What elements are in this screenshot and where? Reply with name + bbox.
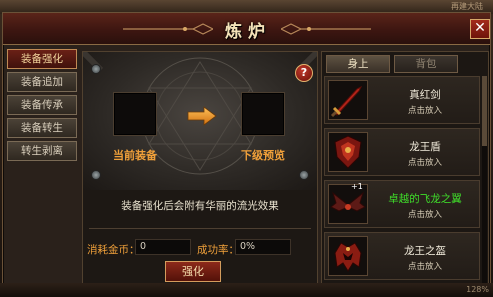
success-rate-value: 0% [235, 239, 291, 255]
shield-icon [328, 132, 368, 172]
preview-slot-label: 下级预览 [241, 149, 285, 162]
forge-panel: ? 当前装备 下级预览 装备强化后会附有华丽的流光效果 消耗金币： 0 成功率：… [82, 51, 318, 291]
list-item[interactable]: 龙王盾 点击放入 [324, 128, 480, 176]
current-slot-label: 当前装备 [113, 149, 157, 162]
sidebar-item-enhance[interactable]: 装备强化 [7, 49, 77, 69]
bottom-strip [0, 283, 493, 297]
item-badge: +1 [351, 182, 363, 191]
item-action: 点击放入 [407, 210, 442, 220]
sidebar-item-append[interactable]: 装备追加 [7, 72, 77, 92]
list-item[interactable]: 龙王之盔 点击放入 [324, 232, 480, 280]
title-ornament-right-icon [281, 23, 371, 35]
item-list: 真红剑 点击放入 龙王盾 点击放入 +1 卓越的飞龙之翼 点击放入 龙王之盔 点… [322, 76, 488, 290]
item-action: 点击放入 [407, 158, 442, 168]
top-strip-text: 再建大陆 [451, 2, 483, 11]
enhance-description: 装备强化后会附有华丽的流光效果 [121, 200, 279, 212]
forge-area: ? 当前装备 下级预览 [83, 52, 317, 190]
help-button[interactable]: ? [295, 64, 313, 82]
item-name: 龙王盾 [409, 141, 441, 153]
tab-equipped[interactable]: 身上 [326, 55, 390, 73]
function-sidebar: 装备强化 装备追加 装备传承 装备转生 转生剥离 [7, 49, 77, 289]
sidebar-item-strip[interactable]: 转生剥离 [7, 141, 77, 161]
corner-gem-icon [299, 170, 309, 180]
list-item[interactable]: +1 卓越的飞龙之翼 点击放入 [324, 180, 480, 228]
list-item[interactable]: 真红剑 点击放入 [324, 76, 480, 124]
corner-gem-icon [91, 170, 101, 180]
corner-gem-icon [91, 64, 101, 74]
current-equipment-slot[interactable] [113, 92, 157, 136]
enhance-button[interactable]: 强化 [165, 261, 221, 282]
item-name: 卓越的飞龙之翼 [388, 193, 462, 205]
preview-equipment-slot [241, 92, 285, 136]
inventory-panel: 身上 背包 真红剑 点击放入 龙王盾 点击放入 +1 卓越的飞龙之翼 点击放入 … [321, 51, 489, 291]
item-action: 点击放入 [407, 262, 442, 272]
cost-label: 消耗金币： [87, 244, 140, 256]
tab-backpack[interactable]: 背包 [394, 55, 458, 73]
close-button[interactable]: ✕ [470, 19, 490, 39]
zoom-level: 128% [466, 285, 489, 294]
helmet-icon [328, 236, 368, 276]
sidebar-item-inherit[interactable]: 装备传承 [7, 95, 77, 115]
scroll-thumb[interactable] [482, 76, 487, 146]
sword-icon [328, 80, 368, 120]
cost-value: 0 [135, 239, 191, 255]
item-action: 点击放入 [407, 106, 442, 116]
item-name: 龙王之盔 [404, 245, 446, 257]
item-name: 真红剑 [409, 89, 441, 101]
arrow-right-icon [187, 106, 217, 126]
success-rate-label: 成功率： [197, 244, 239, 256]
window-titlebar: 炼炉 ✕ [3, 13, 490, 45]
forge-window: 炼炉 ✕ 装备强化 装备追加 装备传承 装备转生 转生剥离 ? 当前装备 下级预… [2, 12, 491, 294]
sidebar-item-rebirth[interactable]: 装备转生 [7, 118, 77, 138]
scrollbar[interactable] [482, 76, 487, 288]
divider [89, 228, 311, 229]
